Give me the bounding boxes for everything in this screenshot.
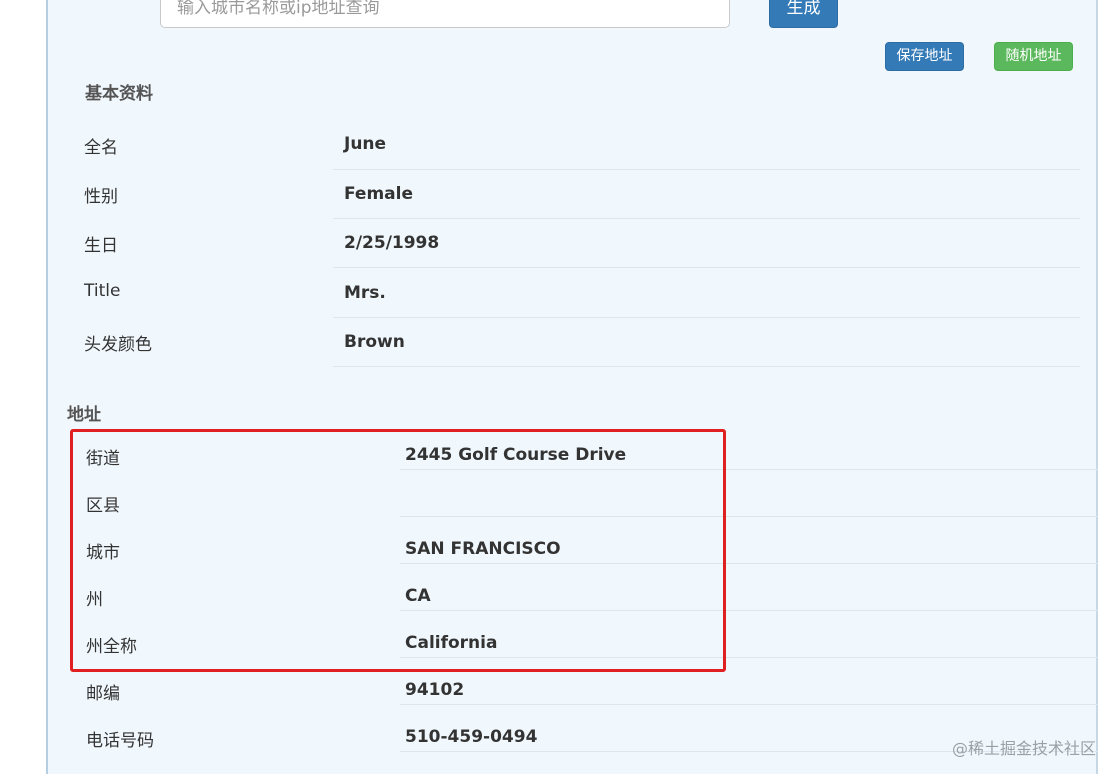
row-label-hair-color: 头发颜色 <box>84 335 152 355</box>
row-value-zipcode: 94102 <box>405 680 465 700</box>
row-label-fullname: 全名 <box>84 138 118 158</box>
address-title: 地址 <box>67 405 101 425</box>
row-label-zipcode: 邮编 <box>86 684 120 704</box>
row-divider <box>333 366 1080 367</box>
generate-button[interactable]: 生成 <box>769 0 838 28</box>
row-divider <box>333 218 1080 219</box>
row-label-phone: 电话号码 <box>86 731 154 751</box>
row-divider <box>333 169 1080 170</box>
left-gutter <box>0 0 46 765</box>
row-value-hair-color: Brown <box>344 332 405 352</box>
row-label-gender: 性别 <box>84 187 118 207</box>
highlight-annotation-box <box>70 429 726 672</box>
row-value-title: Mrs. <box>344 283 386 303</box>
basic-info-title: 基本资料 <box>85 84 153 104</box>
search-input[interactable] <box>160 0 730 28</box>
watermark: @稀土掘金技术社区 <box>951 739 1096 758</box>
row-value-gender: Female <box>344 184 413 204</box>
row-divider <box>333 317 1080 318</box>
row-value-phone: 510-459-0494 <box>405 727 538 747</box>
row-value-birthday: 2/25/1998 <box>344 233 440 253</box>
random-address-button[interactable]: 随机地址 <box>994 42 1073 71</box>
save-address-button[interactable]: 保存地址 <box>885 42 964 71</box>
row-label-title: Title <box>84 281 121 301</box>
row-value-fullname: June <box>344 134 387 154</box>
row-divider <box>333 267 1080 268</box>
row-divider <box>400 704 1098 705</box>
row-label-birthday: 生日 <box>84 236 118 256</box>
